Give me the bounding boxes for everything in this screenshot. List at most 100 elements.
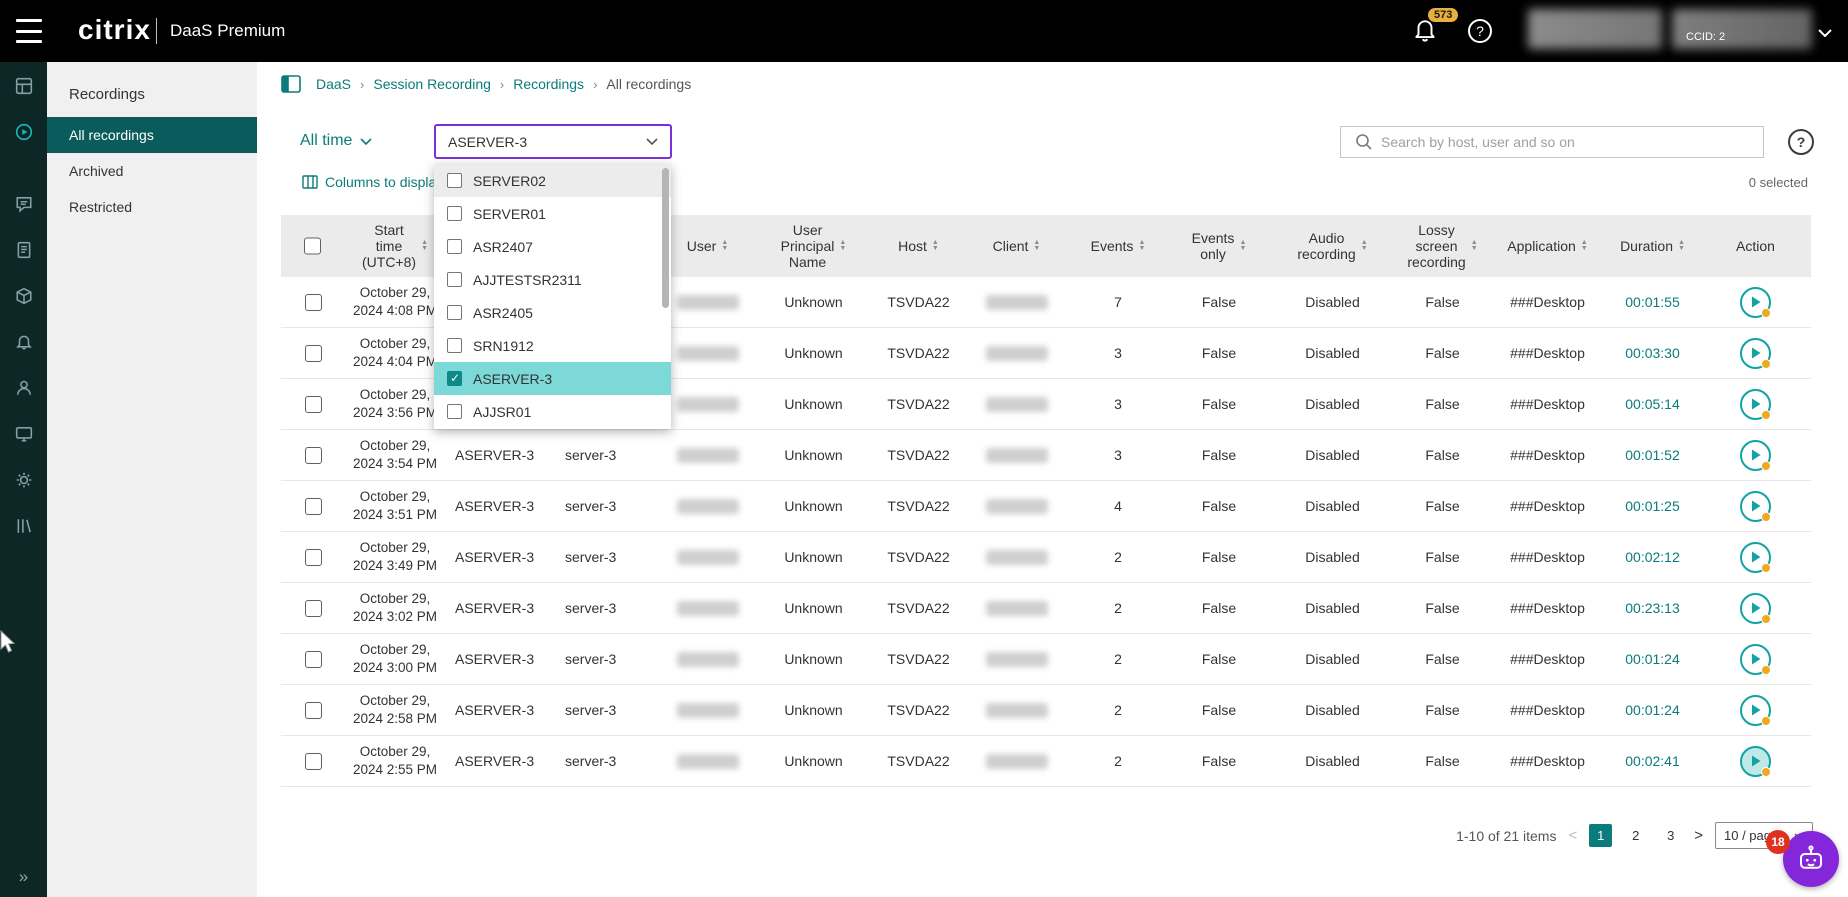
library-icon[interactable] xyxy=(14,516,34,536)
row-checkbox[interactable] xyxy=(304,344,322,362)
expand-rail-icon[interactable]: » xyxy=(0,867,47,887)
sort-icon[interactable]: ▲ ▼ xyxy=(721,239,728,252)
sidebar-item[interactable]: Archived xyxy=(47,153,257,189)
column-header[interactable]: Events only ▲ ▼ xyxy=(1168,215,1270,277)
column-header[interactable]: Application ▲ ▼ xyxy=(1490,215,1605,277)
duration-link[interactable]: 00:01:24 xyxy=(1605,634,1700,684)
row-checkbox[interactable] xyxy=(304,701,322,719)
alerts-bell-icon[interactable] xyxy=(14,332,34,352)
row-checkbox[interactable] xyxy=(304,599,322,617)
prev-page-icon[interactable]: < xyxy=(1568,827,1577,844)
users-icon[interactable] xyxy=(14,378,34,398)
option-checkbox[interactable] xyxy=(447,404,462,419)
page-number-button[interactable]: 3 xyxy=(1659,824,1682,847)
play-button[interactable] xyxy=(1740,745,1771,777)
column-header[interactable]: Lossy screen recording ▲ ▼ xyxy=(1395,215,1490,277)
sort-icon[interactable]: ▲ ▼ xyxy=(1471,239,1478,252)
column-header[interactable]: User ▲ ▼ xyxy=(660,215,755,277)
help-icon[interactable]: ? xyxy=(1468,19,1492,43)
time-filter-dropdown[interactable]: All time xyxy=(300,132,373,150)
dropdown-option[interactable]: AJJSR01 xyxy=(434,395,671,428)
duration-link[interactable]: 00:01:24 xyxy=(1605,685,1700,735)
play-button[interactable] xyxy=(1740,694,1771,726)
sort-icon[interactable]: ▲ ▼ xyxy=(839,239,846,252)
column-header[interactable]: Duration ▲ ▼ xyxy=(1605,215,1700,277)
play-button[interactable] xyxy=(1740,337,1771,369)
duration-link[interactable]: 00:01:25 xyxy=(1605,481,1700,531)
row-checkbox[interactable] xyxy=(304,395,322,413)
column-header[interactable]: Client ▲ ▼ xyxy=(965,215,1068,277)
sidebar-item[interactable]: Restricted xyxy=(47,189,257,225)
play-button[interactable] xyxy=(1740,490,1771,522)
search-input[interactable] xyxy=(1381,134,1753,150)
row-checkbox[interactable] xyxy=(304,548,322,566)
select-all-checkbox[interactable] xyxy=(304,237,321,255)
dropdown-scrollbar[interactable] xyxy=(662,168,669,308)
duration-link[interactable]: 00:02:12 xyxy=(1605,532,1700,582)
row-checkbox[interactable] xyxy=(304,752,322,770)
chat-icon[interactable] xyxy=(14,194,34,214)
sort-icon[interactable]: ▲ ▼ xyxy=(421,239,428,252)
breadcrumb-link[interactable]: DaaS xyxy=(316,76,351,92)
dropdown-option[interactable]: AJJTESTSR2311 xyxy=(434,263,671,296)
column-header[interactable]: User Principal Name ▲ ▼ xyxy=(755,215,872,277)
option-checkbox[interactable] xyxy=(447,239,462,254)
play-button[interactable] xyxy=(1740,286,1771,318)
dropdown-option[interactable]: ASR2405 xyxy=(434,296,671,329)
option-checkbox[interactable] xyxy=(447,338,462,353)
chevron-down-icon[interactable] xyxy=(1818,24,1832,42)
dashboard-icon[interactable] xyxy=(14,76,34,96)
dropdown-option[interactable]: SERVER01 xyxy=(434,197,671,230)
sort-icon[interactable]: ▲ ▼ xyxy=(1361,239,1368,252)
column-header[interactable]: Events ▲ ▼ xyxy=(1068,215,1168,277)
package-icon[interactable] xyxy=(14,286,34,306)
play-button[interactable] xyxy=(1740,643,1771,675)
option-checkbox[interactable] xyxy=(447,272,462,287)
table-help-icon[interactable]: ? xyxy=(1788,129,1814,155)
option-checkbox[interactable] xyxy=(447,371,462,386)
breadcrumb-link[interactable]: Session Recording xyxy=(373,76,491,92)
dropdown-option[interactable]: ASERVER-3 xyxy=(434,362,671,395)
sort-icon[interactable]: ▲ ▼ xyxy=(1138,239,1145,252)
sort-icon[interactable]: ▲ ▼ xyxy=(932,239,939,252)
row-checkbox[interactable] xyxy=(304,650,322,668)
page-number-button[interactable]: 2 xyxy=(1624,824,1647,847)
play-button[interactable] xyxy=(1740,541,1771,573)
duration-link[interactable]: 00:01:52 xyxy=(1605,430,1700,480)
play-button[interactable] xyxy=(1740,592,1771,624)
row-checkbox[interactable] xyxy=(304,497,322,515)
column-header[interactable]: Audio recording ▲ ▼ xyxy=(1270,215,1395,277)
row-checkbox[interactable] xyxy=(304,293,322,311)
workspace-config-icon[interactable] xyxy=(14,424,34,444)
duration-link[interactable]: 00:23:13 xyxy=(1605,583,1700,633)
row-checkbox[interactable] xyxy=(304,446,322,464)
play-button[interactable] xyxy=(1740,388,1771,420)
dropdown-option[interactable]: SERVER02 xyxy=(434,164,671,197)
column-header[interactable]: Host ▲ ▼ xyxy=(872,215,965,277)
option-checkbox[interactable] xyxy=(447,305,462,320)
next-page-icon[interactable]: > xyxy=(1694,827,1703,844)
duration-link[interactable]: 00:02:41 xyxy=(1605,736,1700,786)
dropdown-option[interactable]: ASR2407 xyxy=(434,230,671,263)
sort-icon[interactable]: ▲ ▼ xyxy=(1678,239,1685,252)
sidebar-item[interactable]: All recordings xyxy=(47,117,257,153)
duration-link[interactable]: 00:03:30 xyxy=(1605,328,1700,378)
column-header[interactable]: Start time (UTC+8) ▲ ▼ xyxy=(345,215,445,277)
session-recording-icon[interactable] xyxy=(14,122,34,142)
assistant-chat-button[interactable] xyxy=(1783,831,1839,887)
server-filter-dropdown[interactable]: ASERVER-3 xyxy=(434,124,672,159)
column-header[interactable]: Action ▲▼ xyxy=(1700,215,1811,277)
document-icon[interactable] xyxy=(14,240,34,260)
columns-to-display-button[interactable]: Columns to display xyxy=(302,174,443,190)
breadcrumb-link[interactable]: Recordings xyxy=(513,76,584,92)
dropdown-option[interactable]: SRN1912 xyxy=(434,329,671,362)
option-checkbox[interactable] xyxy=(447,173,462,188)
option-checkbox[interactable] xyxy=(447,206,462,221)
page-number-button[interactable]: 1 xyxy=(1589,824,1613,847)
sort-icon[interactable]: ▲ ▼ xyxy=(1033,239,1040,252)
sort-icon[interactable]: ▲ ▼ xyxy=(1239,239,1246,252)
panel-toggle-icon[interactable] xyxy=(281,75,301,93)
gear-icon[interactable] xyxy=(14,470,34,490)
play-button[interactable] xyxy=(1740,439,1771,471)
duration-link[interactable]: 00:01:55 xyxy=(1605,277,1700,327)
